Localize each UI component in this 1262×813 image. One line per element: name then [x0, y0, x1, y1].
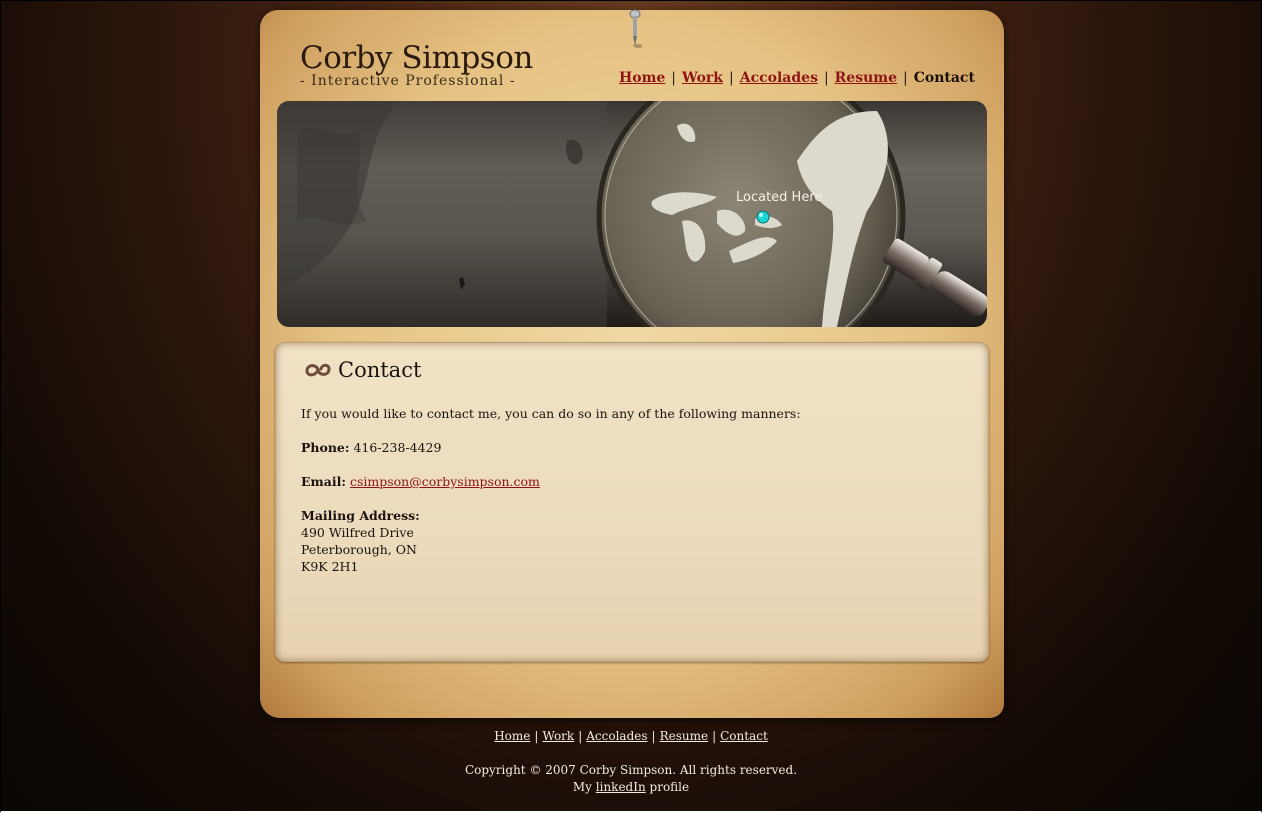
site-tagline: - Interactive Professional -	[300, 73, 516, 89]
ornament-icon	[305, 363, 331, 377]
address-line: Peterborough, ON	[301, 542, 417, 557]
nav-home[interactable]: Home	[619, 70, 665, 86]
address-line: K9K 2H1	[301, 559, 359, 574]
linkedin-link[interactable]: linkedIn	[596, 780, 646, 794]
email-row: Email: csimpson@corbysimpson.com	[301, 473, 801, 490]
footer-separator: |	[578, 729, 583, 743]
pushpin-icon	[629, 9, 642, 48]
linkedin-suffix: profile	[649, 780, 690, 794]
footer-separator: |	[651, 729, 656, 743]
main-nav: Home | Work | Accolades | Resume | Contact	[619, 70, 975, 86]
phone-label: Phone:	[301, 440, 350, 455]
linkedin-prefix: My	[572, 780, 592, 794]
footer-link-accolades[interactable]: Accolades	[586, 729, 647, 743]
nav-separator: |	[671, 70, 677, 86]
nav-work[interactable]: Work	[682, 70, 723, 86]
footer-copyright: Copyright © 2007 Corby Simpson. All righ…	[464, 763, 798, 777]
phone-value: 416-238-4429	[353, 440, 442, 455]
address-line: 490 Wilfred Drive	[301, 525, 414, 540]
footer-link-work[interactable]: Work	[542, 729, 574, 743]
page-title: Contact	[338, 358, 422, 382]
nav-separator: |	[729, 70, 734, 86]
footer-linkedin-row: My linkedIn profile	[0, 780, 1262, 794]
footer-link-resume[interactable]: Resume	[660, 729, 709, 743]
footer-link-home[interactable]: Home	[494, 729, 530, 743]
footer-separator: |	[712, 729, 717, 743]
map-illustration	[277, 101, 987, 327]
nav-accolades[interactable]: Accolades	[740, 70, 818, 86]
phone-row: Phone: 416-238-4429	[301, 439, 801, 456]
nav-separator: |	[823, 70, 829, 86]
location-marker-icon	[756, 210, 770, 224]
map-banner	[277, 101, 987, 327]
located-here-label: Located Here	[736, 190, 823, 205]
nav-separator: |	[903, 70, 908, 86]
footer-nav: Home | Work | Accolades | Resume | Contact	[0, 729, 1262, 743]
email-label: Email:	[301, 474, 346, 489]
footer-link-contact[interactable]: Contact	[720, 729, 768, 743]
footer-separator: |	[534, 729, 539, 743]
nav-contact-current: Contact	[913, 70, 975, 86]
contact-body: If you would like to contact me, you can…	[301, 405, 801, 575]
email-link[interactable]: csimpson@corbysimpson.com	[350, 474, 540, 489]
address-label: Mailing Address:	[301, 508, 420, 523]
contact-intro: If you would like to contact me, you can…	[301, 406, 801, 421]
site-title: Corby Simpson	[300, 40, 533, 76]
nav-resume[interactable]: Resume	[835, 70, 897, 86]
section-heading: Contact	[304, 358, 421, 382]
